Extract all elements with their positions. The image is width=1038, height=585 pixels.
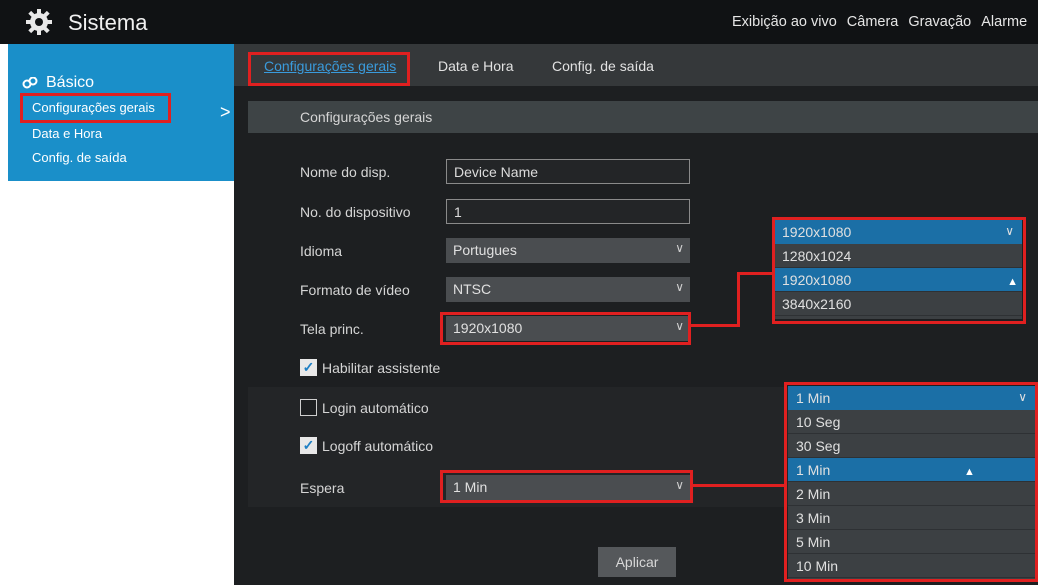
connector-line <box>691 324 739 327</box>
app-title: Sistema <box>68 10 148 35</box>
gear-icon <box>26 9 52 35</box>
device-no-field[interactable]: 1 <box>446 199 690 224</box>
resolution-option[interactable]: 1920x1080 ▲ <box>774 268 1022 292</box>
sidebar: Básico Configurações gerais Data e Hora … <box>8 44 234 181</box>
wait-current-label: 1 Min <box>796 390 831 406</box>
apply-button[interactable]: Aplicar <box>598 547 676 577</box>
language-label: Idioma <box>300 243 343 259</box>
resolution-dropdown-current[interactable]: 1920x1080 ∨ <box>774 220 1022 244</box>
sidebar-section-basic[interactable]: Básico <box>22 74 94 92</box>
sidebar-section-label: Básico <box>46 74 95 91</box>
wait-select[interactable]: 1 Min ∨ <box>446 475 690 500</box>
language-value: Portugues <box>453 242 517 258</box>
tab-bar: Configurações gerais Data e Hora Config.… <box>234 44 1038 86</box>
link-icon <box>22 77 38 89</box>
wait-option[interactable]: 10 Seg <box>788 410 1035 434</box>
video-format-select[interactable]: NTSC ∨ <box>446 277 690 302</box>
wait-option[interactable]: 2 Min <box>788 482 1035 506</box>
resolution-current-label: 1920x1080 <box>782 224 852 240</box>
connector-line <box>737 272 740 327</box>
wait-value: 1 Min <box>453 479 488 495</box>
connector-line <box>737 272 773 275</box>
wait-label: Espera <box>300 480 345 496</box>
top-nav: Exibição ao vivo Câmera Gravação Alarme <box>732 14 1027 30</box>
nav-recording[interactable]: Gravação <box>908 14 971 30</box>
sidebar-item-output[interactable]: Config. de saída <box>32 150 127 165</box>
top-bar: Sistema Exibição ao vivo Câmera Gravação… <box>0 0 1038 44</box>
chevron-down-icon: ∨ <box>1005 224 1014 238</box>
chevron-down-icon: ∨ <box>675 478 684 492</box>
autologoff-checkbox-row[interactable]: ✓ Logoff automático <box>300 437 433 454</box>
device-no-label: No. do dispositivo <box>300 204 411 220</box>
wait-option-label: 1 Min <box>796 462 831 478</box>
chevron-down-icon: ∨ <box>675 319 684 333</box>
section-title: Configurações gerais <box>300 109 433 125</box>
device-name-field[interactable]: Device Name <box>446 159 690 184</box>
wait-option[interactable]: 30 Seg <box>788 434 1035 458</box>
connector-line <box>693 484 784 487</box>
tab-date-time[interactable]: Data e Hora <box>438 58 513 74</box>
resolution-dropdown[interactable]: 1920x1080 ∨ 1280x1024 1920x1080 ▲ 3840x2… <box>774 220 1022 319</box>
autologoff-checkbox[interactable]: ✓ <box>300 437 317 454</box>
resolution-option[interactable]: 1280x1024 <box>774 244 1022 268</box>
wizard-checkbox-row[interactable]: ✓ Habilitar assistente <box>300 359 440 376</box>
sidebar-item-date-time[interactable]: Data e Hora <box>32 126 102 141</box>
wait-dropdown-current[interactable]: 1 Min ∨ <box>788 386 1035 410</box>
main-screen-value: 1920x1080 <box>453 320 523 336</box>
sidebar-item-general[interactable]: Configurações gerais <box>32 100 155 115</box>
wait-option[interactable]: 3 Min <box>788 506 1035 530</box>
tab-output[interactable]: Config. de saída <box>552 58 654 74</box>
main-screen-select[interactable]: 1920x1080 ∨ <box>446 316 690 341</box>
tab-general[interactable]: Configurações gerais <box>264 58 396 74</box>
wait-option[interactable]: 10 Min <box>788 554 1035 578</box>
chevron-down-icon: ∨ <box>675 280 684 294</box>
autologin-checkbox[interactable] <box>300 399 317 416</box>
video-format-label: Formato de vídeo <box>300 282 410 298</box>
mouse-pointer-icon: ▲ <box>964 466 975 478</box>
chevron-down-icon: ∨ <box>1018 390 1027 404</box>
nav-live-view[interactable]: Exibição ao vivo <box>732 14 837 30</box>
nav-alarm[interactable]: Alarme <box>981 14 1027 30</box>
language-select[interactable]: Portugues ∨ <box>446 238 690 263</box>
chevron-right-icon: > <box>220 102 231 122</box>
autologin-label: Login automático <box>322 399 429 416</box>
section-header: Configurações gerais <box>248 101 1038 133</box>
device-name-label: Nome do disp. <box>300 164 391 180</box>
autologin-checkbox-row[interactable]: Login automático <box>300 399 429 416</box>
chevron-down-icon: ∨ <box>675 241 684 255</box>
wait-option[interactable]: 1 Min ▲ <box>788 458 1035 482</box>
wizard-checkbox[interactable]: ✓ <box>300 359 317 376</box>
resolution-option-label: 1920x1080 <box>782 272 852 288</box>
autologoff-label: Logoff automático <box>322 437 434 454</box>
main-screen-label: Tela princ. <box>300 321 364 337</box>
resolution-option[interactable]: 3840x2160 <box>774 292 1022 316</box>
mouse-pointer-icon: ▲ <box>1007 276 1018 288</box>
video-format-value: NTSC <box>453 281 492 297</box>
wizard-label: Habilitar assistente <box>322 359 441 376</box>
wait-dropdown[interactable]: 1 Min ∨ 10 Seg 30 Seg 1 Min ▲ 2 Min 3 Mi… <box>788 386 1035 580</box>
wait-option[interactable]: 5 Min <box>788 530 1035 554</box>
nav-camera[interactable]: Câmera <box>847 14 899 30</box>
